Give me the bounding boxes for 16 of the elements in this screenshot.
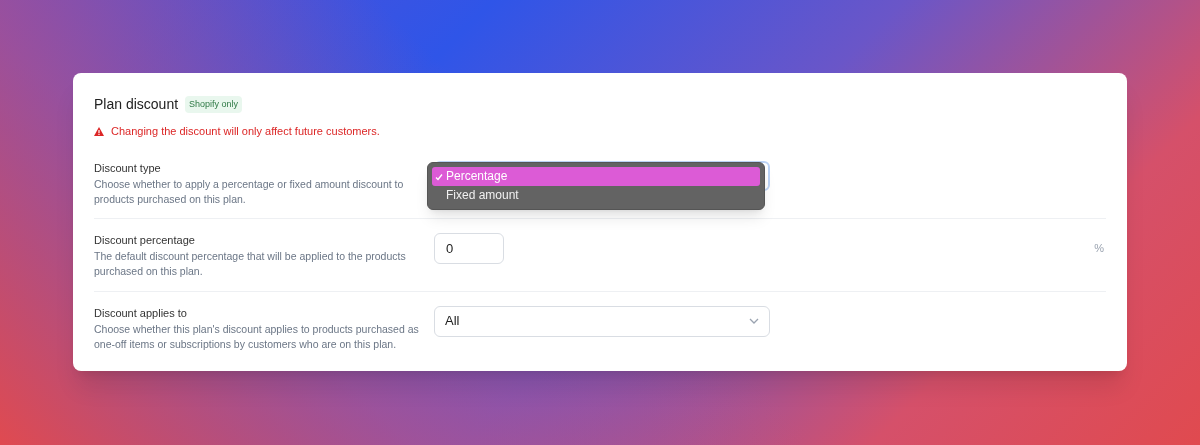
field-description: Choose whether this plan's discount applies to products purchased as one-off items or subscriptions by customers who are on this plan. bbox=[94, 321, 420, 352]
percent-suffix: % bbox=[1094, 240, 1104, 256]
field-label: Discount type bbox=[94, 160, 162, 176]
field-label: Discount percentage bbox=[94, 232, 196, 248]
warning-message: Changing the discount will only affect future customers. bbox=[111, 124, 380, 139]
warning-icon bbox=[94, 126, 104, 136]
status-badge: Shopify only bbox=[185, 95, 243, 114]
field-label: Discount applies to bbox=[94, 305, 188, 321]
card-title: Plan discount bbox=[94, 95, 179, 114]
select-field[interactable]: All bbox=[434, 305, 770, 337]
field-description: The default discount percentage that will be applied to the products purchased on this plan. bbox=[94, 248, 407, 279]
number-field[interactable]: 0 bbox=[434, 232, 504, 264]
check-icon bbox=[435, 172, 443, 181]
chevron-down-icon bbox=[749, 318, 759, 324]
menu-option[interactable]: Fixed amount bbox=[432, 185, 760, 205]
field-description: Choose whether to apply a percentage or fixed amount discount to products purchased on this plan. bbox=[94, 176, 405, 207]
